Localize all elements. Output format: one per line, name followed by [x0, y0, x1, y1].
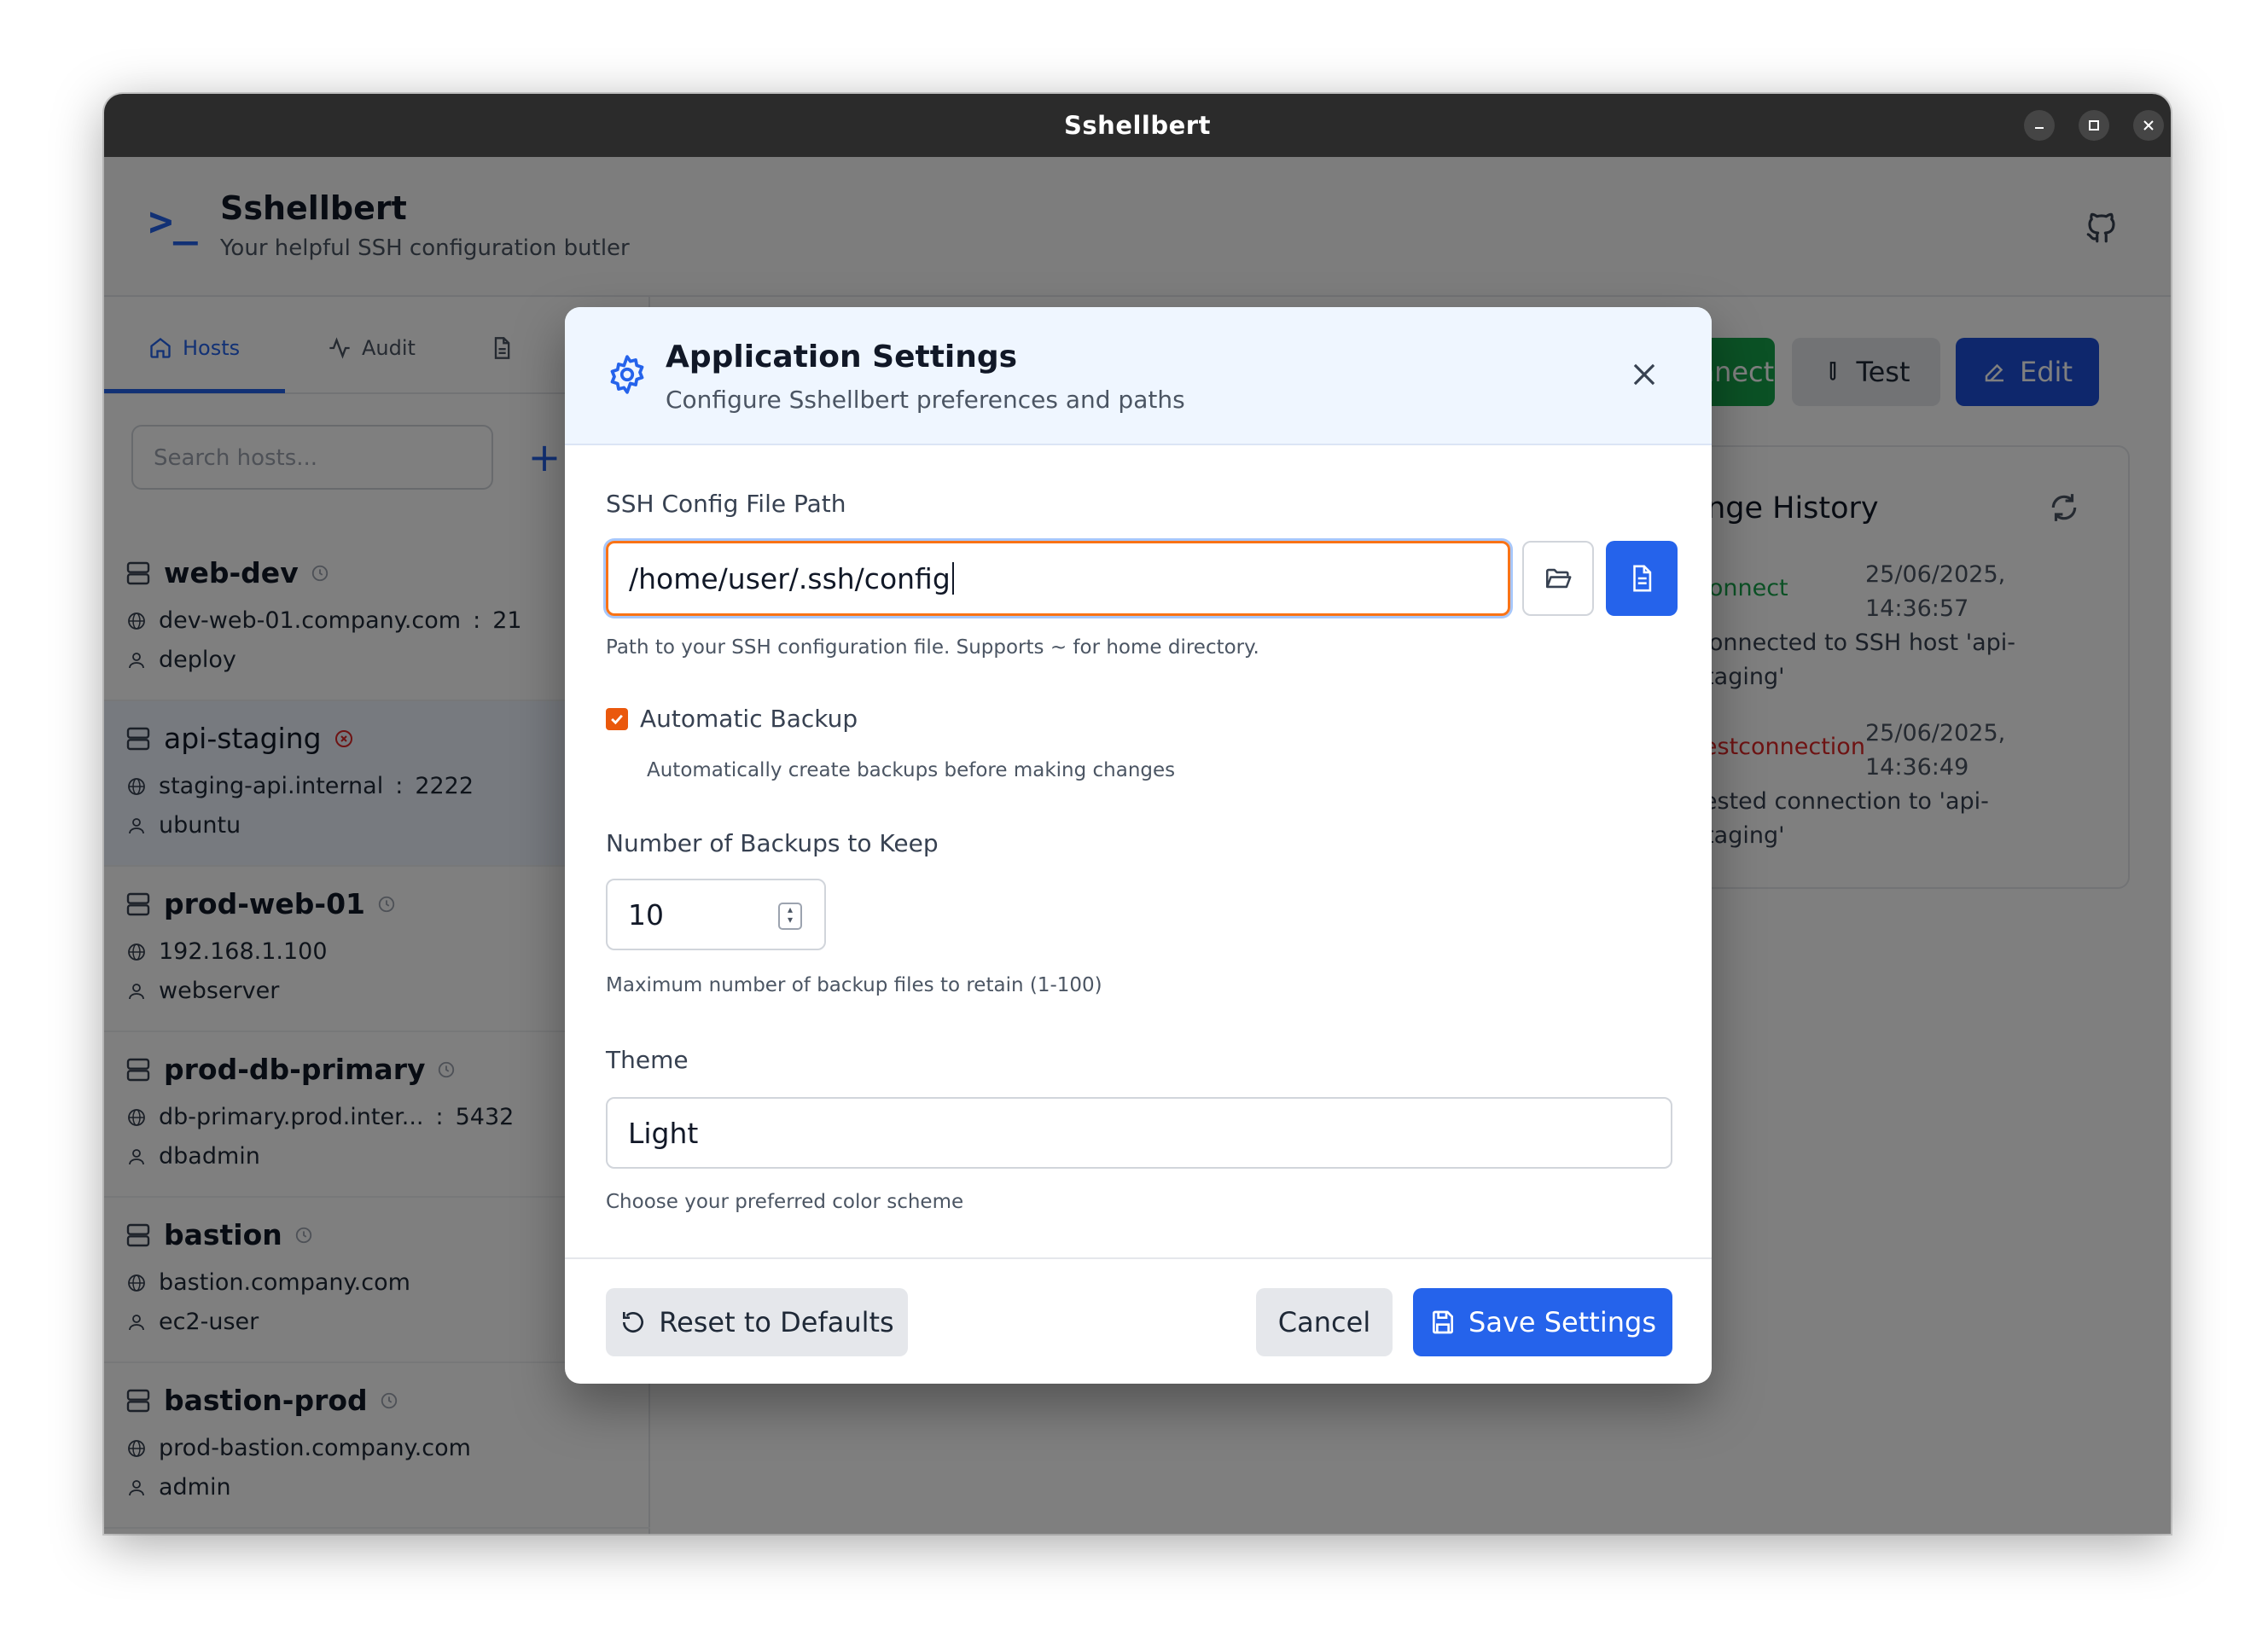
cancel-label: Cancel	[1277, 1306, 1371, 1338]
minimize-button[interactable]	[2024, 110, 2055, 141]
close-dialog-icon[interactable]	[1628, 358, 1660, 391]
save-settings-button[interactable]: Save Settings	[1413, 1288, 1672, 1356]
ssh-config-path-label: SSH Config File Path	[606, 490, 846, 518]
maximize-icon	[2089, 120, 2099, 131]
rotate-ccw-icon	[623, 1312, 644, 1332]
close-icon	[2143, 120, 2154, 131]
number-spinner[interactable]: ▴ ▾	[778, 903, 802, 930]
theme-select[interactable]: Light	[606, 1097, 1672, 1169]
theme-help: Choose your preferred color scheme	[606, 1191, 964, 1213]
cancel-button[interactable]: Cancel	[1256, 1288, 1393, 1356]
folder-open-icon	[1545, 568, 1572, 589]
checkmark-icon	[611, 714, 623, 725]
save-icon	[1433, 1310, 1454, 1334]
file-text-icon	[1633, 565, 1652, 592]
window-titlebar: Sshellbert	[104, 94, 2171, 157]
reset-defaults-label: Reset to Defaults	[659, 1306, 894, 1338]
dialog-header: Application Settings Configure Sshellber…	[565, 307, 1712, 445]
minimize-icon	[2035, 127, 2044, 129]
backups-to-keep-help: Maximum number of backup files to retain…	[606, 974, 1102, 996]
app-window: Sshellbert >_ Sshellbert Your helpful SS…	[104, 94, 2171, 1534]
dialog-footer: Reset to Defaults Cancel Save Settings	[565, 1257, 1712, 1384]
gear-icon	[610, 355, 644, 394]
reset-defaults-button[interactable]: Reset to Defaults	[606, 1288, 908, 1356]
ssh-config-path-input[interactable]: /home/user/.ssh/config	[606, 541, 1510, 616]
browse-folder-button[interactable]	[1522, 541, 1594, 616]
text-caret	[951, 562, 954, 595]
open-config-file-button[interactable]	[1606, 541, 1678, 616]
automatic-backup-checkbox[interactable]	[606, 708, 628, 730]
backups-to-keep-input[interactable]: 10 ▴ ▾	[606, 879, 826, 950]
dialog-subtitle: Configure Sshellbert preferences and pat…	[666, 386, 1185, 414]
window-title: Sshellbert	[1064, 111, 1211, 140]
save-settings-label: Save Settings	[1468, 1306, 1656, 1338]
automatic-backup-help: Automatically create backups before maki…	[647, 759, 1176, 781]
ssh-config-path-help: Path to your SSH configuration file. Sup…	[606, 636, 1259, 659]
settings-dialog: Application Settings Configure Sshellber…	[565, 307, 1712, 1384]
dialog-title: Application Settings	[666, 340, 1018, 374]
ssh-config-path-value: /home/user/.ssh/config	[629, 561, 951, 595]
automatic-backup-label[interactable]: Automatic Backup	[640, 705, 858, 733]
backups-to-keep-label: Number of Backups to Keep	[606, 829, 939, 857]
theme-label: Theme	[606, 1046, 689, 1074]
theme-selected-value: Light	[628, 1116, 699, 1150]
backups-to-keep-value: 10	[628, 897, 664, 932]
maximize-button[interactable]	[2079, 110, 2109, 141]
close-window-button[interactable]	[2133, 110, 2164, 141]
